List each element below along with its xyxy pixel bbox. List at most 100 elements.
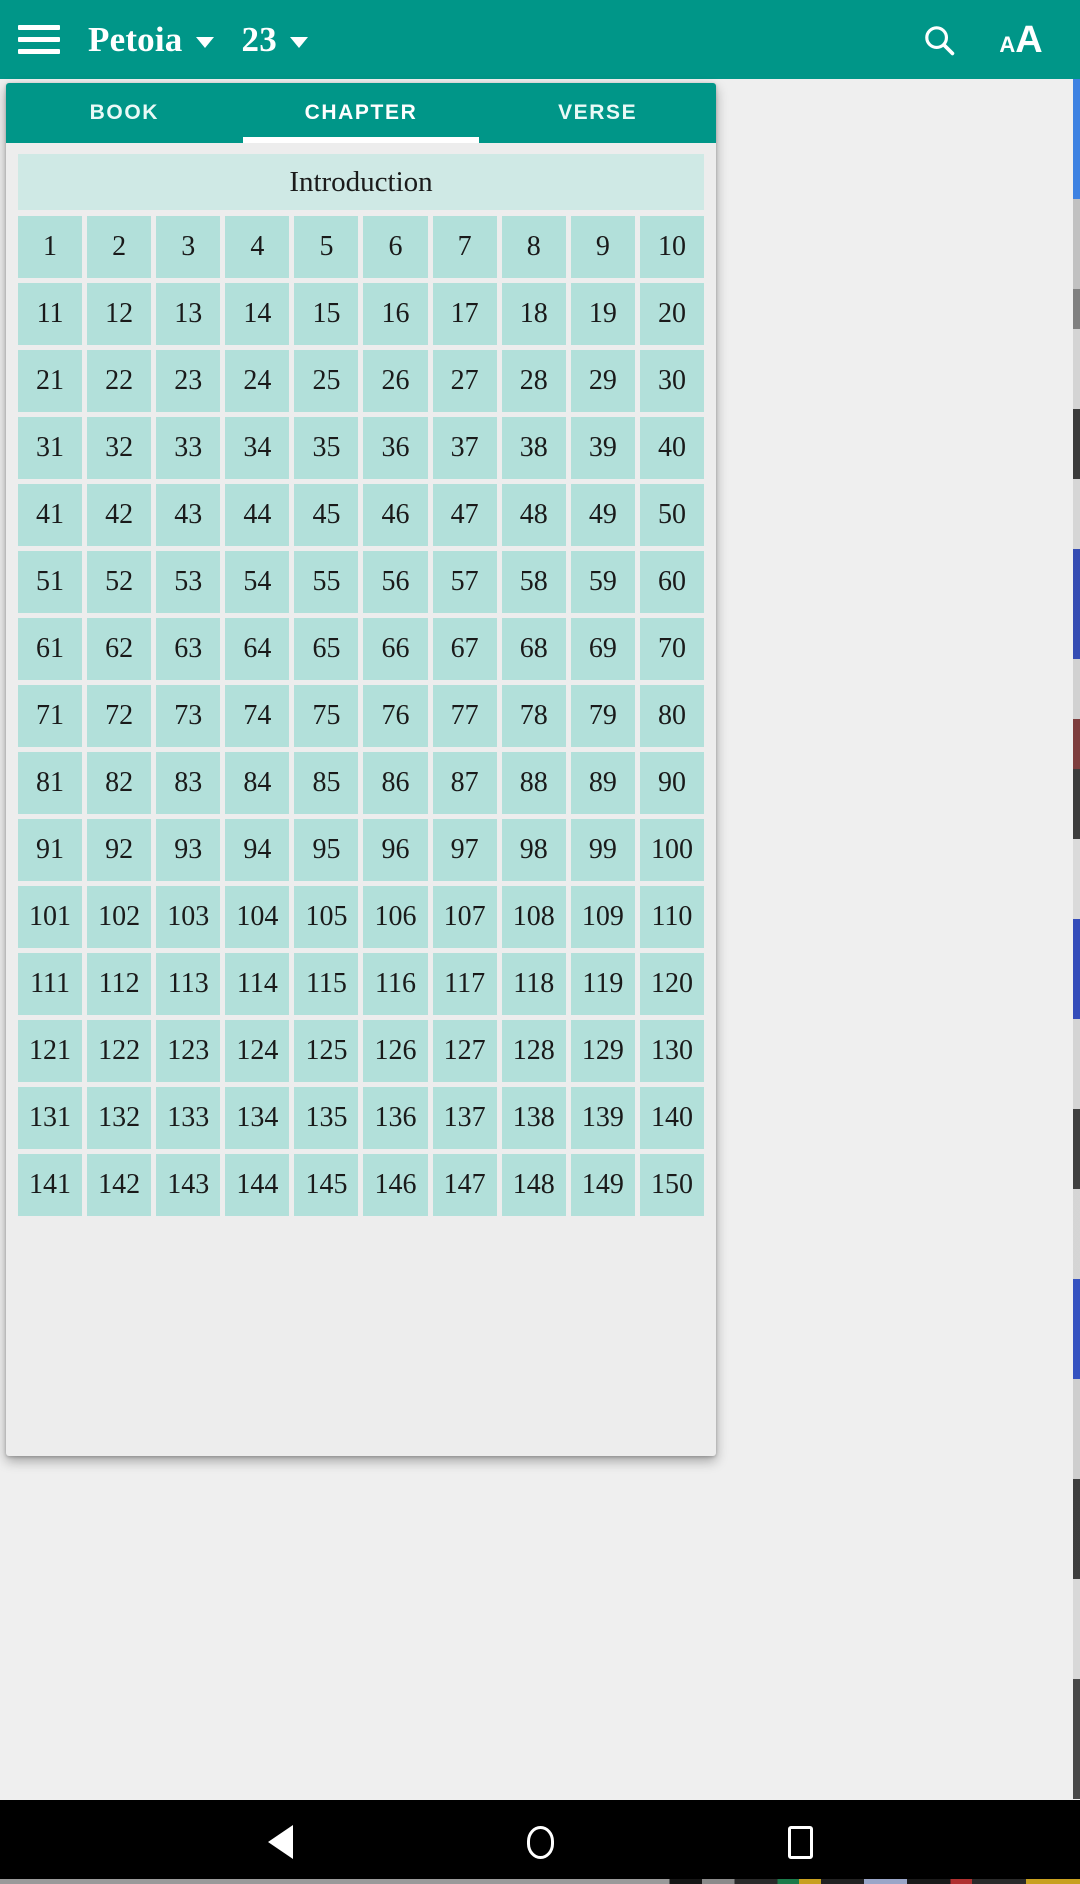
chapter-cell[interactable]: 65 — [294, 618, 359, 680]
chapter-cell[interactable]: 54 — [225, 551, 290, 613]
chapter-cell[interactable]: 76 — [363, 685, 428, 747]
hamburger-menu-icon[interactable] — [18, 22, 62, 58]
chapter-cell[interactable]: 89 — [570, 752, 635, 814]
chapter-cell[interactable]: 22 — [87, 350, 152, 412]
tab-book[interactable]: BOOK — [6, 83, 243, 143]
chapter-cell[interactable]: 35 — [294, 417, 359, 479]
chapter-cell[interactable]: 101 — [18, 886, 83, 948]
chapter-cell[interactable]: 123 — [156, 1020, 221, 1082]
chapter-cell[interactable]: 40 — [639, 417, 704, 479]
chapter-cell[interactable]: 70 — [639, 618, 704, 680]
chapter-cell[interactable]: 139 — [570, 1087, 635, 1149]
chapter-cell[interactable]: 149 — [570, 1154, 635, 1216]
chapter-cell[interactable]: 77 — [432, 685, 497, 747]
chapter-cell[interactable]: 64 — [225, 618, 290, 680]
chapter-cell[interactable]: 107 — [432, 886, 497, 948]
chapter-cell[interactable]: 51 — [18, 551, 83, 613]
chapter-cell[interactable]: 44 — [225, 484, 290, 546]
chapter-cell[interactable]: 29 — [570, 350, 635, 412]
chapter-cell[interactable]: 62 — [87, 618, 152, 680]
chapter-cell[interactable]: 56 — [363, 551, 428, 613]
chapter-cell[interactable]: 8 — [501, 216, 566, 278]
chapter-cell[interactable]: 50 — [639, 484, 704, 546]
chapter-cell[interactable]: 27 — [432, 350, 497, 412]
chapter-cell[interactable]: 113 — [156, 953, 221, 1015]
chapter-cell[interactable]: 15 — [294, 283, 359, 345]
chapter-cell[interactable]: 96 — [363, 819, 428, 881]
chapter-cell[interactable]: 52 — [87, 551, 152, 613]
chapter-cell[interactable]: 98 — [501, 819, 566, 881]
chapter-cell[interactable]: 142 — [87, 1154, 152, 1216]
font-size-button[interactable]: AA — [998, 17, 1044, 63]
chapter-cell[interactable]: 78 — [501, 685, 566, 747]
chapter-cell[interactable]: 53 — [156, 551, 221, 613]
chapter-cell[interactable]: 41 — [18, 484, 83, 546]
chapter-cell[interactable]: 45 — [294, 484, 359, 546]
chapter-cell[interactable]: 5 — [294, 216, 359, 278]
chapter-cell[interactable]: 74 — [225, 685, 290, 747]
chapter-cell[interactable]: 19 — [570, 283, 635, 345]
chapter-selector[interactable]: 23 — [242, 22, 308, 57]
chapter-cell[interactable]: 125 — [294, 1020, 359, 1082]
chapter-cell[interactable]: 31 — [18, 417, 83, 479]
book-selector[interactable]: Petoia — [88, 22, 214, 57]
chapter-cell[interactable]: 103 — [156, 886, 221, 948]
chapter-cell[interactable]: 4 — [225, 216, 290, 278]
chapter-cell[interactable]: 130 — [639, 1020, 704, 1082]
chapter-cell[interactable]: 105 — [294, 886, 359, 948]
chapter-cell[interactable]: 99 — [570, 819, 635, 881]
chapter-cell[interactable]: 91 — [18, 819, 83, 881]
chapter-cell[interactable]: 30 — [639, 350, 704, 412]
chapter-cell[interactable]: 1 — [18, 216, 83, 278]
chapter-cell[interactable]: 127 — [432, 1020, 497, 1082]
chapter-cell[interactable]: 84 — [225, 752, 290, 814]
chapter-cell[interactable]: 20 — [639, 283, 704, 345]
chapter-cell[interactable]: 106 — [363, 886, 428, 948]
chapter-cell[interactable]: 150 — [639, 1154, 704, 1216]
chapter-cell[interactable]: 119 — [570, 953, 635, 1015]
chapter-cell[interactable]: 93 — [156, 819, 221, 881]
nav-home-button[interactable] — [505, 1807, 575, 1877]
chapter-cell[interactable]: 73 — [156, 685, 221, 747]
chapter-cell[interactable]: 75 — [294, 685, 359, 747]
chapter-cell[interactable]: 97 — [432, 819, 497, 881]
chapter-cell[interactable]: 17 — [432, 283, 497, 345]
chapter-cell[interactable]: 88 — [501, 752, 566, 814]
chapter-cell[interactable]: 59 — [570, 551, 635, 613]
chapter-cell[interactable]: 12 — [87, 283, 152, 345]
chapter-cell[interactable]: 102 — [87, 886, 152, 948]
chapter-cell[interactable]: 11 — [18, 283, 83, 345]
chapter-cell[interactable]: 63 — [156, 618, 221, 680]
chapter-cell[interactable]: 79 — [570, 685, 635, 747]
chapter-cell[interactable]: 133 — [156, 1087, 221, 1149]
chapter-cell[interactable]: 28 — [501, 350, 566, 412]
nav-recents-button[interactable] — [765, 1807, 835, 1877]
chapter-cell[interactable]: 60 — [639, 551, 704, 613]
nav-back-button[interactable] — [245, 1807, 315, 1877]
chapter-cell[interactable]: 138 — [501, 1087, 566, 1149]
chapter-cell[interactable]: 135 — [294, 1087, 359, 1149]
chapter-cell[interactable]: 82 — [87, 752, 152, 814]
chapter-cell[interactable]: 144 — [225, 1154, 290, 1216]
chapter-cell[interactable]: 26 — [363, 350, 428, 412]
chapter-cell[interactable]: 95 — [294, 819, 359, 881]
chapter-cell[interactable]: 68 — [501, 618, 566, 680]
chapter-cell[interactable]: 7 — [432, 216, 497, 278]
tab-verse[interactable]: VERSE — [479, 83, 716, 143]
chapter-cell[interactable]: 104 — [225, 886, 290, 948]
chapter-cell[interactable]: 9 — [570, 216, 635, 278]
search-button[interactable] — [916, 17, 962, 63]
chapter-cell[interactable]: 49 — [570, 484, 635, 546]
chapter-cell[interactable]: 39 — [570, 417, 635, 479]
chapter-cell[interactable]: 81 — [18, 752, 83, 814]
chapter-cell[interactable]: 94 — [225, 819, 290, 881]
chapter-cell[interactable]: 25 — [294, 350, 359, 412]
chapter-cell[interactable]: 57 — [432, 551, 497, 613]
chapter-cell[interactable]: 36 — [363, 417, 428, 479]
chapter-cell[interactable]: 128 — [501, 1020, 566, 1082]
chapter-cell[interactable]: 117 — [432, 953, 497, 1015]
chapter-cell[interactable]: 126 — [363, 1020, 428, 1082]
chapter-cell[interactable]: 108 — [501, 886, 566, 948]
chapter-cell[interactable]: 114 — [225, 953, 290, 1015]
chapter-cell[interactable]: 42 — [87, 484, 152, 546]
